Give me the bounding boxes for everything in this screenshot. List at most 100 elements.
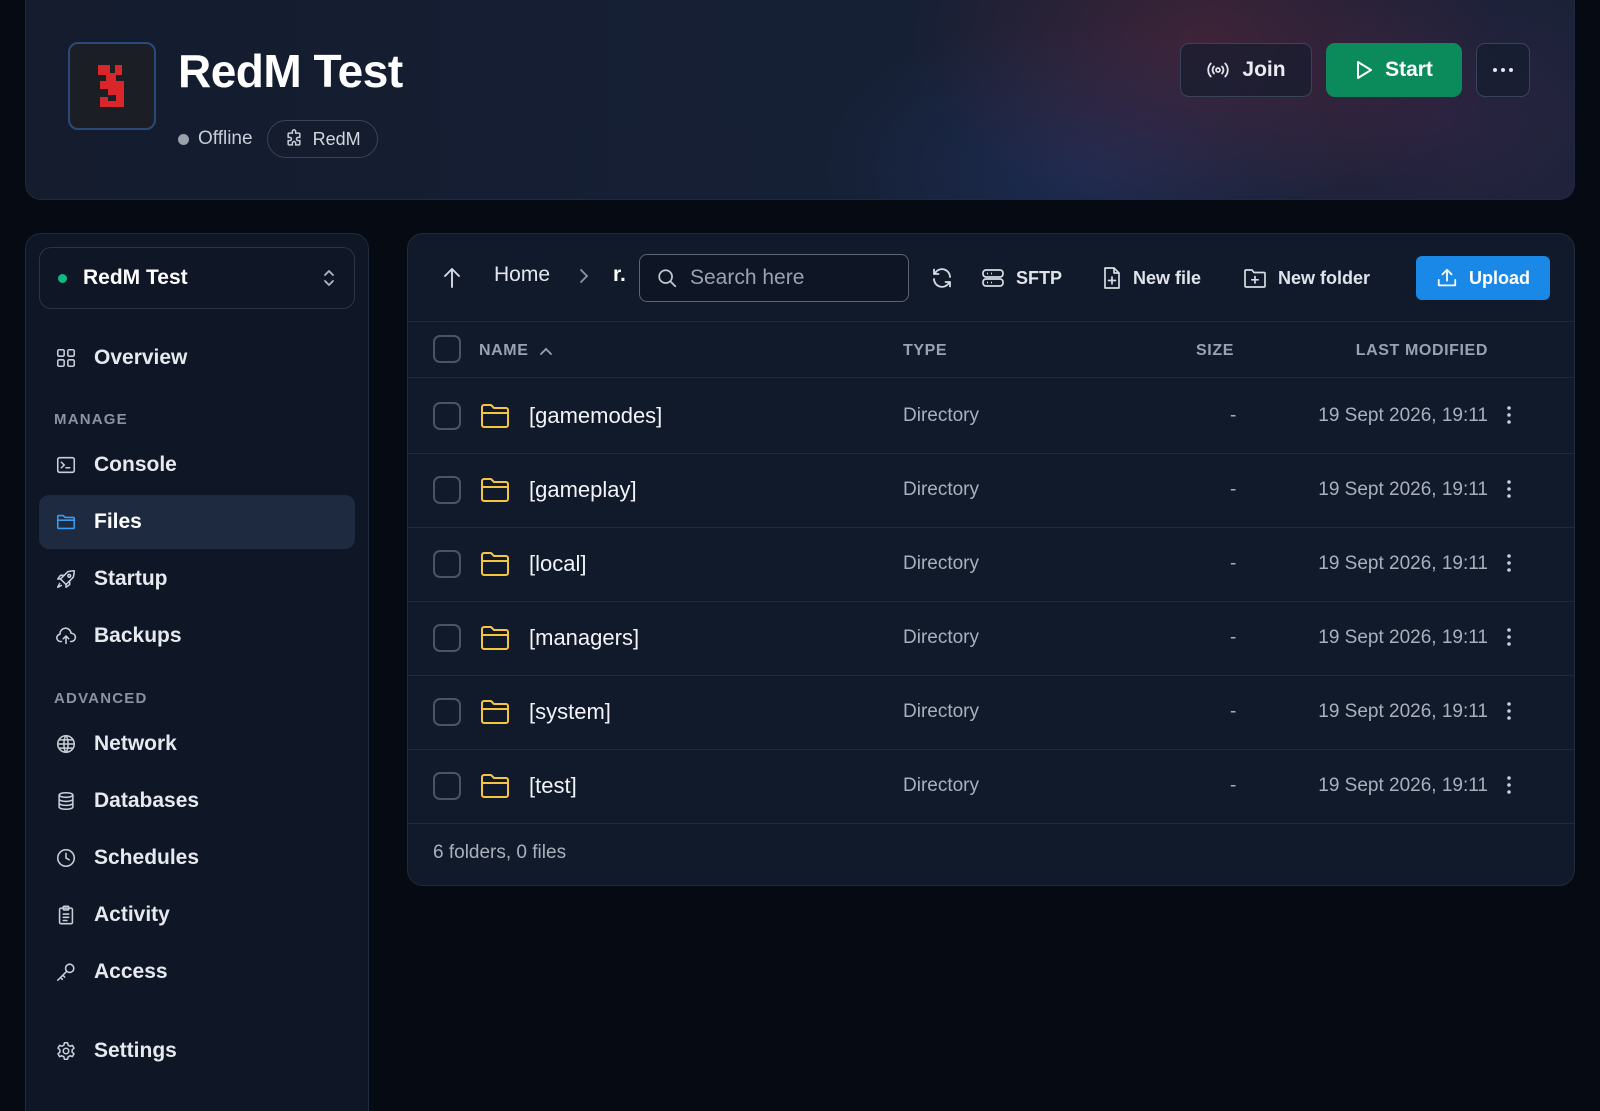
row-menu-button[interactable]	[1506, 553, 1512, 573]
row-menu-button[interactable]	[1506, 701, 1512, 721]
sidebar-item-label: Schedules	[94, 846, 200, 869]
row-menu-icon	[1507, 480, 1511, 498]
column-modified-header[interactable]: LAST MODIFIED	[1356, 342, 1488, 360]
egg-badge[interactable]: RedM	[266, 120, 378, 158]
server-status: Offline	[178, 128, 253, 150]
server-logo	[68, 42, 156, 130]
row-checkbox[interactable]	[433, 698, 461, 726]
sidebar-item-overview[interactable]: Overview	[39, 331, 355, 385]
file-size: -	[1230, 701, 1237, 722]
chevron-right-icon	[580, 269, 589, 283]
folder-icon	[56, 514, 76, 530]
select-all-checkbox[interactable]	[433, 335, 461, 363]
chevron-up-down-icon	[324, 270, 334, 286]
join-label: Join	[1242, 58, 1286, 81]
search-input[interactable]	[690, 266, 890, 290]
sidebar-item-backups[interactable]: Backups	[39, 609, 355, 663]
breadcrumb-separator	[578, 268, 590, 284]
server-selector-name: RedM Test	[83, 266, 188, 289]
server-selector[interactable]: RedM Test	[39, 247, 355, 309]
start-label: Start	[1385, 58, 1433, 81]
breadcrumb-home[interactable]: Home	[494, 263, 550, 287]
section-label-manage: MANAGE	[54, 411, 128, 428]
refresh-button[interactable]	[930, 266, 954, 290]
sidebar-item-label: Network	[94, 732, 177, 755]
row-checkbox[interactable]	[433, 772, 461, 800]
online-dot	[58, 273, 67, 283]
sftp-drive-icon	[982, 269, 1004, 287]
clock-icon	[56, 848, 76, 868]
file-name[interactable]: [local]	[529, 551, 586, 577]
row-menu-button[interactable]	[1506, 775, 1512, 795]
arrow-up-icon	[444, 268, 460, 288]
sort-ascending-icon	[539, 347, 552, 355]
table-row[interactable]: [gameplay] Directory - 19 Sept 2026, 19:11	[408, 453, 1574, 528]
folder-icon	[481, 478, 509, 502]
column-name-label: NAME	[479, 342, 529, 359]
row-menu-icon	[1507, 406, 1511, 424]
sidebar-item-schedules[interactable]: Schedules	[39, 831, 355, 885]
sidebar-item-databases[interactable]: Databases	[39, 774, 355, 828]
file-type: Directory	[903, 627, 980, 648]
file-size: -	[1230, 775, 1237, 796]
row-menu-button[interactable]	[1506, 627, 1512, 647]
sidebar-item-startup[interactable]: Startup	[39, 552, 355, 606]
status-label: Offline	[198, 128, 253, 149]
sidebar-item-label: Overview	[94, 346, 188, 369]
table-row[interactable]: [test] Directory - 19 Sept 2026, 19:11	[408, 749, 1574, 824]
row-checkbox[interactable]	[433, 624, 461, 652]
breadcrumb-current[interactable]: r.	[613, 263, 626, 287]
sidebar-item-label: Files	[94, 510, 142, 533]
file-name[interactable]: [test]	[529, 773, 577, 799]
sidebar-item-console[interactable]: Console	[39, 438, 355, 492]
file-name[interactable]: [system]	[529, 699, 611, 725]
file-modified: 19 Sept 2026, 19:11	[1318, 775, 1488, 796]
file-name[interactable]: [gamemodes]	[529, 403, 662, 429]
sidebar-item-activity[interactable]: Activity	[39, 888, 355, 942]
row-checkbox[interactable]	[433, 402, 461, 430]
file-modified: 19 Sept 2026, 19:11	[1318, 553, 1488, 574]
row-checkbox[interactable]	[433, 476, 461, 504]
new-file-icon	[1104, 267, 1120, 289]
file-size: -	[1230, 627, 1237, 648]
file-type: Directory	[903, 701, 980, 722]
folder-icon-wrap	[480, 403, 510, 429]
start-button[interactable]: Start	[1326, 43, 1462, 97]
sidebar-item-settings[interactable]: Settings	[39, 1024, 355, 1078]
folder-icon	[481, 626, 509, 650]
row-menu-button[interactable]	[1506, 479, 1512, 499]
broadcast-icon	[1207, 62, 1230, 78]
sidebar-item-files[interactable]: Files	[39, 495, 355, 549]
file-type: Directory	[903, 553, 980, 574]
sftp-button[interactable]: SFTP	[981, 260, 1062, 296]
file-modified: 19 Sept 2026, 19:11	[1318, 479, 1488, 500]
sidebar-item-label: Settings	[94, 1039, 177, 1062]
table-row[interactable]: [managers] Directory - 19 Sept 2026, 19:11	[408, 601, 1574, 676]
sidebar-item-network[interactable]: Network	[39, 717, 355, 771]
column-name-header[interactable]: NAME	[479, 342, 553, 360]
new-file-button[interactable]: New file	[1102, 260, 1201, 296]
key-icon	[56, 963, 75, 982]
upload-button[interactable]: Upload	[1416, 256, 1550, 300]
more-button[interactable]	[1476, 43, 1530, 97]
row-menu-button[interactable]	[1506, 405, 1512, 425]
sidebar-item-access[interactable]: Access	[39, 945, 355, 999]
go-up-button[interactable]	[442, 266, 462, 290]
file-name[interactable]: [managers]	[529, 625, 639, 651]
database-icon	[58, 791, 74, 811]
join-button[interactable]: Join	[1180, 43, 1312, 97]
file-type: Directory	[903, 479, 980, 500]
table-row[interactable]: [gamemodes] Directory - 19 Sept 2026, 19:11	[408, 379, 1574, 454]
sidebar-item-label: Databases	[94, 789, 200, 812]
column-size-header[interactable]: SIZE	[1196, 342, 1234, 360]
table-row[interactable]: [system] Directory - 19 Sept 2026, 19:11	[408, 675, 1574, 750]
redm-logo-icon	[94, 61, 130, 111]
sftp-label: SFTP	[1016, 267, 1063, 288]
column-type-header[interactable]: TYPE	[903, 342, 947, 360]
table-row[interactable]: [local] Directory - 19 Sept 2026, 19:11	[408, 527, 1574, 602]
folder-icon	[481, 404, 509, 428]
file-name[interactable]: [gameplay]	[529, 477, 637, 503]
row-menu-icon	[1507, 702, 1511, 720]
new-folder-button[interactable]: New folder	[1243, 260, 1370, 296]
row-checkbox[interactable]	[433, 550, 461, 578]
